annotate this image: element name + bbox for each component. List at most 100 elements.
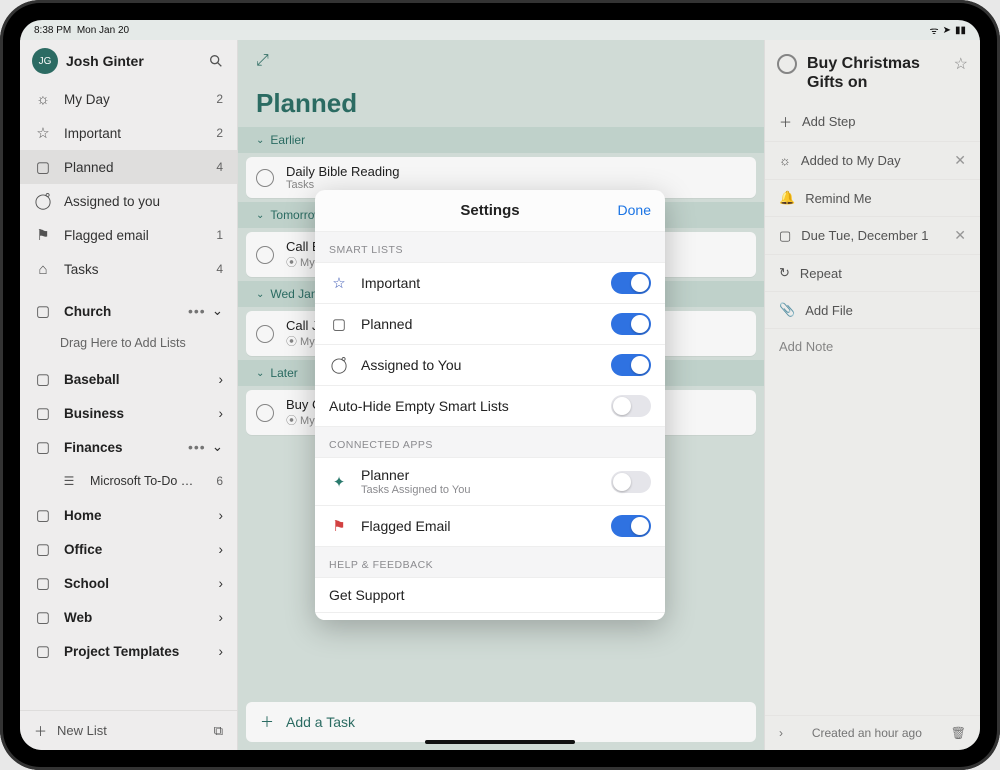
plus-icon: ＋ xyxy=(260,712,274,732)
flag-icon: ⚑ xyxy=(34,226,52,244)
sidebar-header[interactable]: JG Josh Ginter xyxy=(20,40,237,82)
sun-icon: ☼ xyxy=(779,153,791,168)
setting-autohide[interactable]: Auto-Hide Empty Smart Lists xyxy=(315,386,665,427)
chevron-right-icon: › xyxy=(219,542,224,557)
chevron-right-icon: › xyxy=(219,610,224,625)
list-icon: ▢ xyxy=(34,642,52,660)
battery-icon: ▮▮ xyxy=(955,25,966,36)
bell-icon: 🔔 xyxy=(779,190,795,206)
chevron-right-icon: › xyxy=(219,508,224,523)
home-icon: ⌂ xyxy=(34,260,52,278)
toggle[interactable] xyxy=(611,354,651,376)
chevron-right-icon[interactable]: › xyxy=(779,726,783,740)
list-icon: ▢ xyxy=(34,540,52,558)
close-icon[interactable]: ✕ xyxy=(954,152,966,169)
chevron-down-icon: ⌄ xyxy=(256,135,264,146)
note-area[interactable]: Add Note xyxy=(765,328,980,715)
setting-important[interactable]: ☆Important xyxy=(315,263,665,304)
toggle[interactable] xyxy=(611,471,651,493)
add-file-row[interactable]: 📎Add File xyxy=(765,291,980,328)
task-checkbox[interactable] xyxy=(777,54,797,74)
myday-row[interactable]: ☼Added to My Day✕ xyxy=(765,141,980,179)
sidebar-item-assigned[interactable]: ◯̊Assigned to you xyxy=(20,184,237,218)
sidebar-list-web[interactable]: ▢Web› xyxy=(20,600,237,634)
created-label: Created an hour ago xyxy=(793,726,941,740)
repeat-icon: ↻ xyxy=(779,265,790,281)
due-row[interactable]: ▢Due Tue, December 1✕ xyxy=(765,216,980,254)
group-smart-lists: SMART LISTS xyxy=(315,232,665,263)
app-body: JG Josh Ginter ☼My Day2 ☆Important2 ▢Pla… xyxy=(20,40,980,750)
sidebar-list-home[interactable]: ▢Home› xyxy=(20,498,237,532)
sidebar-list-baseball[interactable]: ▢Baseball› xyxy=(20,362,237,396)
page-title: Planned xyxy=(238,88,764,127)
status-time: 8:38 PM xyxy=(34,25,71,36)
trash-icon[interactable]: 🗑 xyxy=(951,726,966,740)
star-icon[interactable]: ☆ xyxy=(954,54,968,74)
screen: 8:38 PM Mon Jan 20 ᯤ ➤ ▮▮ JG Josh Ginter xyxy=(20,20,980,750)
setting-suggest[interactable]: Suggest a FeaturePowered by UserVoice – … xyxy=(315,613,665,620)
home-indicator[interactable] xyxy=(425,740,575,744)
add-step-row[interactable]: ＋Add Step xyxy=(765,102,980,141)
setting-planned[interactable]: ▢Planned xyxy=(315,304,665,345)
plus-icon[interactable]: ＋ xyxy=(34,721,47,740)
chevron-down-icon[interactable]: ⌄ xyxy=(212,439,223,455)
list-icon: ▢ xyxy=(34,370,52,388)
sidebar-list-business[interactable]: ▢Business› xyxy=(20,396,237,430)
expand-icon[interactable]: ⤢ xyxy=(256,52,269,70)
setting-support[interactable]: Get Support xyxy=(315,578,665,613)
toggle[interactable] xyxy=(611,515,651,537)
toggle[interactable] xyxy=(611,395,651,417)
remind-row[interactable]: 🔔Remind Me xyxy=(765,179,980,216)
person-icon: ◯̊ xyxy=(329,355,349,375)
more-icon[interactable]: ••• xyxy=(188,303,206,319)
done-button[interactable]: Done xyxy=(618,202,651,218)
attach-icon: 📎 xyxy=(779,302,795,318)
chevron-down-icon: ⌄ xyxy=(256,210,264,221)
setting-planner[interactable]: ✦PlannerTasks Assigned to You xyxy=(315,458,665,506)
sidebar-list-projecttemplates[interactable]: ▢Project Templates› xyxy=(20,634,237,668)
toggle[interactable] xyxy=(611,272,651,294)
setting-flagged-email[interactable]: ⚑Flagged Email xyxy=(315,506,665,547)
close-icon[interactable]: ✕ xyxy=(954,227,966,244)
task-checkbox[interactable] xyxy=(256,404,274,422)
star-icon: ☆ xyxy=(329,273,349,293)
plus-icon: ＋ xyxy=(779,112,792,131)
bullet-list-icon: ☰ xyxy=(60,472,78,490)
avatar[interactable]: JG xyxy=(32,48,58,74)
section-earlier[interactable]: ⌄Earlier xyxy=(238,127,764,153)
sidebar-item-tasks[interactable]: ⌂Tasks4 xyxy=(20,252,237,286)
setting-assigned[interactable]: ◯̊Assigned to You xyxy=(315,345,665,386)
sidebar-item-flagged[interactable]: ⚑Flagged email1 xyxy=(20,218,237,252)
wifi-icon: ᯤ xyxy=(929,23,938,37)
sidebar-item-planned[interactable]: ▢Planned4 xyxy=(20,150,237,184)
repeat-row[interactable]: ↻Repeat xyxy=(765,254,980,291)
new-group-icon[interactable]: ⧉ xyxy=(214,723,223,739)
list-icon: ▢ xyxy=(34,438,52,456)
sidebar-item-myday[interactable]: ☼My Day2 xyxy=(20,82,237,116)
list-icon: ▢ xyxy=(34,608,52,626)
group-connected-apps: CONNECTED APPS xyxy=(315,427,665,458)
task-checkbox[interactable] xyxy=(256,246,274,264)
chevron-right-icon: › xyxy=(219,576,224,591)
sidebar-list-finances-child[interactable]: ☰Microsoft To-Do Blo…6 xyxy=(20,464,237,498)
status-right: ᯤ ➤ ▮▮ xyxy=(929,23,966,37)
sidebar-drag-hint[interactable]: Drag Here to Add Lists xyxy=(20,328,237,358)
group-help: HELP & FEEDBACK xyxy=(315,547,665,578)
list-icon: ▢ xyxy=(34,574,52,592)
add-task-button[interactable]: ＋Add a Task xyxy=(246,702,756,742)
new-list-label[interactable]: New List xyxy=(57,723,107,738)
sidebar-list-school[interactable]: ▢School› xyxy=(20,566,237,600)
sidebar-list-office[interactable]: ▢Office› xyxy=(20,532,237,566)
sidebar-group-church[interactable]: ▢Church•••⌄ xyxy=(20,294,237,328)
detail-panel: Buy Christmas Gifts on ☆ ＋Add Step ☼Adde… xyxy=(764,40,980,750)
sidebar-item-important[interactable]: ☆Important2 xyxy=(20,116,237,150)
sidebar-list-finances[interactable]: ▢Finances•••⌄ xyxy=(20,430,237,464)
status-date: Mon Jan 20 xyxy=(77,25,129,36)
more-icon[interactable]: ••• xyxy=(188,439,206,455)
modal-title: Settings xyxy=(460,202,519,219)
task-checkbox[interactable] xyxy=(256,325,274,343)
task-checkbox[interactable] xyxy=(256,169,274,187)
toggle[interactable] xyxy=(611,313,651,335)
chevron-down-icon[interactable]: ⌄ xyxy=(212,303,223,319)
search-icon[interactable] xyxy=(207,52,225,70)
